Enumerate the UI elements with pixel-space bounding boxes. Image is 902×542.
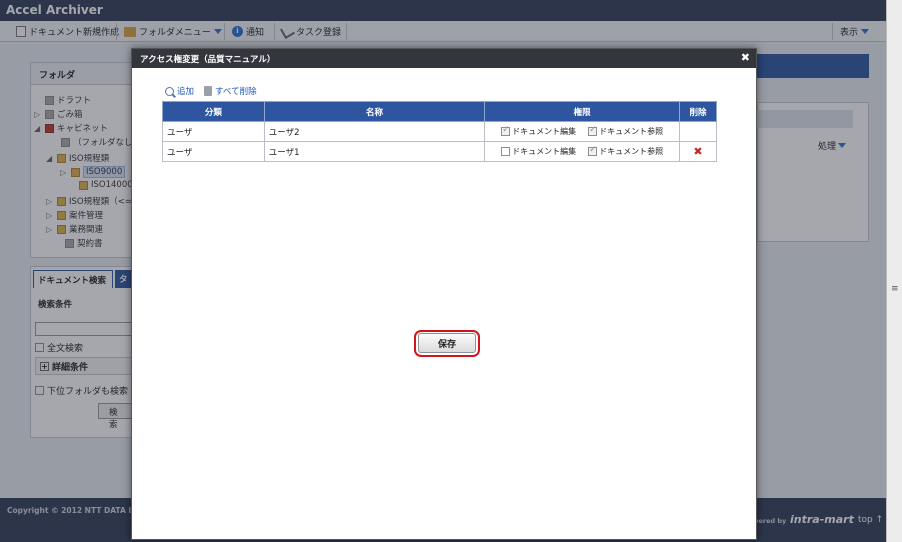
add-button[interactable]: 追加 bbox=[165, 85, 194, 97]
window-scrollbar[interactable]: ≡ bbox=[886, 0, 902, 542]
perm-view-checkbox: ドキュメント参照 bbox=[588, 145, 663, 157]
perm-view-checkbox: ドキュメント参照 bbox=[588, 125, 663, 137]
row-permissions: ドキュメント編集 ドキュメント参照 bbox=[484, 141, 681, 162]
column-header-type: 分類 bbox=[162, 101, 265, 122]
column-header-delete: 削除 bbox=[679, 101, 717, 122]
save-button[interactable]: 保存 bbox=[418, 333, 476, 353]
row-permissions: ドキュメント編集 ドキュメント参照 bbox=[484, 121, 681, 142]
table-row: ユーザ ユーザ1 ドキュメント編集 ドキュメント参照 bbox=[162, 141, 717, 162]
row-delete-cell: ✖ bbox=[679, 141, 717, 162]
checkbox-checked-icon bbox=[588, 125, 598, 136]
checkbox-checked-icon bbox=[588, 145, 598, 156]
row-delete-cell bbox=[679, 121, 717, 142]
row-name: ユーザ2 bbox=[263, 121, 486, 142]
row-name: ユーザ1 bbox=[263, 141, 486, 162]
table-row: ユーザ ユーザ2 ドキュメント編集 ドキュメント参照 bbox=[162, 121, 717, 142]
access-rights-dialog: アクセス権変更（品質マニュアル） ✖ 追加 すべて削除 分類 名称 権限 削除 … bbox=[131, 48, 757, 540]
dialog-actions: 追加 すべて削除 bbox=[165, 85, 257, 97]
dialog-header: アクセス権変更（品質マニュアル） ✖ bbox=[132, 49, 756, 68]
delete-all-label: すべて削除 bbox=[215, 87, 257, 97]
delete-all-button[interactable]: すべて削除 bbox=[204, 85, 257, 97]
trash-icon bbox=[204, 86, 213, 96]
dialog-title: アクセス権変更（品質マニュアル） bbox=[140, 55, 276, 65]
row-type: ユーザ bbox=[162, 141, 265, 162]
close-icon[interactable]: ✖ bbox=[741, 51, 750, 64]
row-type: ユーザ bbox=[162, 121, 265, 142]
access-table: 分類 名称 権限 削除 ユーザ ユーザ2 ドキュメント編集 bbox=[162, 101, 717, 162]
perm-edit-checkbox[interactable]: ドキュメント編集 bbox=[501, 146, 576, 157]
add-label: 追加 bbox=[177, 87, 195, 97]
column-header-permission: 権限 bbox=[484, 101, 681, 122]
checkbox-checked-icon bbox=[501, 125, 511, 136]
delete-row-icon[interactable]: ✖ bbox=[684, 145, 712, 158]
search-icon bbox=[165, 86, 174, 96]
column-header-name: 名称 bbox=[263, 101, 486, 122]
scrollbar-grip-icon: ≡ bbox=[891, 284, 899, 294]
checkbox-icon bbox=[501, 147, 511, 156]
perm-edit-checkbox: ドキュメント編集 bbox=[501, 125, 576, 137]
table-header-row: 分類 名称 権限 削除 bbox=[162, 101, 717, 122]
